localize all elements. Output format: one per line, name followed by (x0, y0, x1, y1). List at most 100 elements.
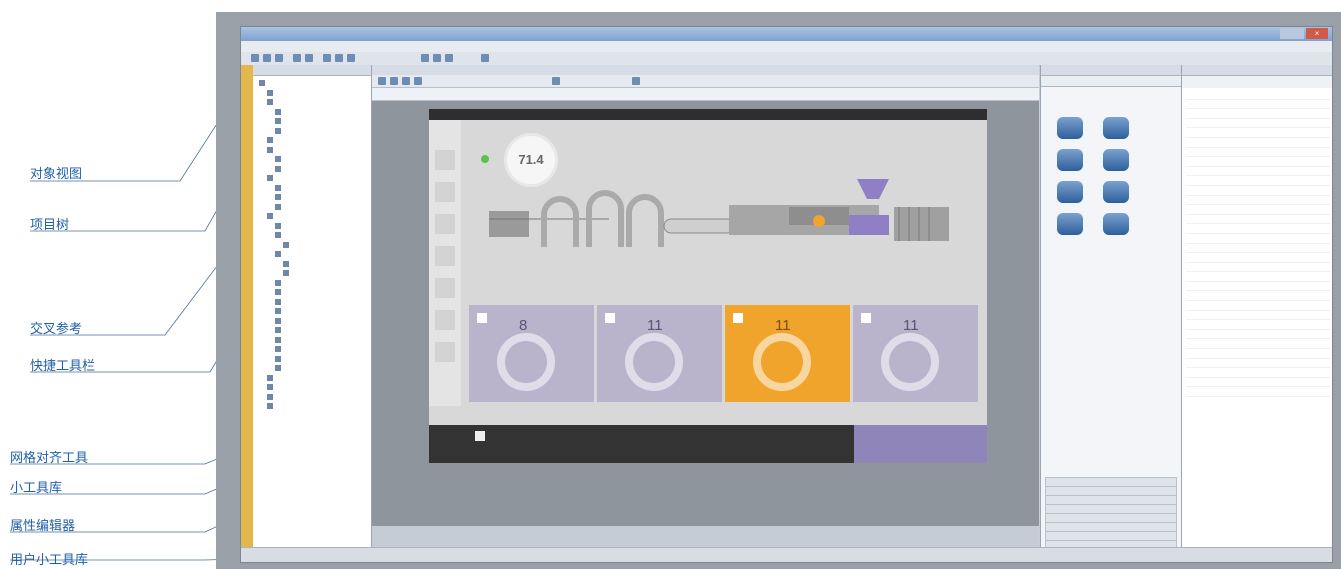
tree-item[interactable] (259, 279, 371, 290)
property-row[interactable] (1186, 349, 1330, 359)
property-row[interactable] (1186, 234, 1330, 244)
tree-item[interactable] (259, 336, 371, 347)
zoom-icon[interactable] (552, 77, 560, 85)
tree-item[interactable] (259, 270, 371, 280)
widget-button-item[interactable] (1103, 149, 1129, 171)
tree-item[interactable] (259, 165, 371, 176)
tree-item[interactable] (259, 118, 371, 128)
open-icon[interactable] (263, 54, 271, 62)
build-icon[interactable] (433, 54, 441, 62)
align-center-icon[interactable] (390, 77, 398, 85)
new-icon[interactable] (251, 54, 259, 62)
property-row[interactable] (1186, 368, 1330, 378)
widget-button-item[interactable] (1103, 213, 1129, 235)
tree-item[interactable] (259, 393, 371, 404)
hmi-nav-button[interactable] (435, 150, 455, 170)
property-row[interactable] (1186, 301, 1330, 311)
grid-icon[interactable] (414, 77, 422, 85)
property-row[interactable] (1186, 186, 1330, 196)
tree-item[interactable] (259, 232, 371, 242)
tree-item[interactable] (259, 317, 371, 328)
tree-item[interactable] (259, 146, 371, 157)
property-row[interactable] (1186, 244, 1330, 254)
widget-gallery-filter[interactable] (1041, 76, 1181, 87)
property-row[interactable] (1186, 339, 1330, 350)
menu-bar[interactable] (241, 41, 1332, 52)
hmi-page-canvas[interactable]: 71.4 8 11 11 11 (429, 109, 987, 463)
download-icon[interactable] (445, 54, 453, 62)
tree-item[interactable] (259, 137, 371, 147)
hmi-nav-button[interactable] (435, 310, 455, 330)
save-icon[interactable] (275, 54, 283, 62)
property-row[interactable] (1186, 282, 1330, 292)
property-row[interactable] (1186, 359, 1330, 369)
property-toolbar[interactable] (1182, 76, 1332, 88)
settings-icon[interactable] (481, 54, 489, 62)
object-view-tab[interactable] (241, 65, 253, 548)
close-icon[interactable]: × (1306, 28, 1328, 39)
tree-item[interactable] (259, 346, 371, 356)
hmi-nav-button[interactable] (435, 214, 455, 234)
widget-button-item[interactable] (1103, 117, 1129, 139)
align-right-icon[interactable] (402, 77, 410, 85)
property-row[interactable] (1186, 253, 1330, 263)
tree-item[interactable] (259, 308, 371, 318)
zone-card-selected[interactable]: 11 (725, 305, 850, 402)
cross-reference-panel[interactable] (372, 526, 1039, 548)
property-row[interactable] (1186, 138, 1330, 148)
tree-item[interactable] (259, 241, 371, 252)
property-row[interactable] (1186, 157, 1330, 167)
tree-item[interactable] (259, 184, 371, 195)
property-row[interactable] (1186, 100, 1330, 110)
tree-item[interactable] (259, 251, 371, 261)
paste-icon[interactable] (347, 54, 355, 62)
tree-item[interactable] (259, 289, 371, 299)
editor-tabs[interactable] (372, 65, 1039, 75)
zone-card[interactable]: 11 (597, 305, 722, 402)
tree-item[interactable] (259, 403, 371, 413)
property-row[interactable] (1186, 272, 1330, 282)
hmi-nav-button[interactable] (435, 182, 455, 202)
tree-item[interactable] (259, 260, 371, 271)
zone-dial[interactable] (753, 333, 811, 391)
tree-item[interactable] (259, 365, 371, 375)
grid-align-toolbar[interactable] (372, 75, 1039, 88)
widget-button-item[interactable] (1057, 181, 1083, 203)
widget-button-item[interactable] (1057, 149, 1083, 171)
widget-button-item[interactable] (1103, 181, 1129, 203)
property-row[interactable] (1186, 263, 1330, 273)
format-toolbar[interactable] (372, 88, 1039, 101)
tree-item[interactable] (259, 222, 371, 233)
widget-button-item[interactable] (1057, 117, 1083, 139)
tree-item[interactable] (259, 99, 371, 109)
tree-item[interactable] (259, 127, 371, 138)
tree-item[interactable] (259, 374, 371, 385)
property-row[interactable] (1186, 128, 1330, 138)
tree-item[interactable] (259, 156, 371, 166)
tree-item[interactable] (259, 355, 371, 366)
property-row[interactable] (1186, 109, 1330, 119)
tree-item[interactable] (259, 298, 371, 309)
property-row[interactable] (1186, 205, 1330, 215)
tree-item[interactable] (259, 213, 371, 223)
zone-dial[interactable] (625, 333, 683, 391)
property-row[interactable] (1186, 330, 1330, 340)
quick-toolbar[interactable] (241, 52, 1332, 66)
property-row[interactable] (1186, 224, 1330, 234)
layer-icon[interactable] (632, 77, 640, 85)
property-row[interactable] (1186, 378, 1330, 388)
property-row[interactable] (1186, 387, 1330, 397)
hmi-nav-button[interactable] (435, 342, 455, 362)
zone-dial[interactable] (881, 333, 939, 391)
property-row[interactable] (1186, 291, 1330, 302)
hmi-nav-button[interactable] (435, 278, 455, 298)
tree-item[interactable] (259, 194, 371, 204)
tree-item[interactable] (259, 175, 371, 185)
run-icon[interactable] (421, 54, 429, 62)
property-row[interactable] (1186, 196, 1330, 206)
property-row[interactable] (1186, 148, 1330, 158)
undo-icon[interactable] (293, 54, 301, 62)
property-row[interactable] (1186, 176, 1330, 186)
property-row[interactable] (1186, 215, 1330, 225)
cut-icon[interactable] (323, 54, 331, 62)
